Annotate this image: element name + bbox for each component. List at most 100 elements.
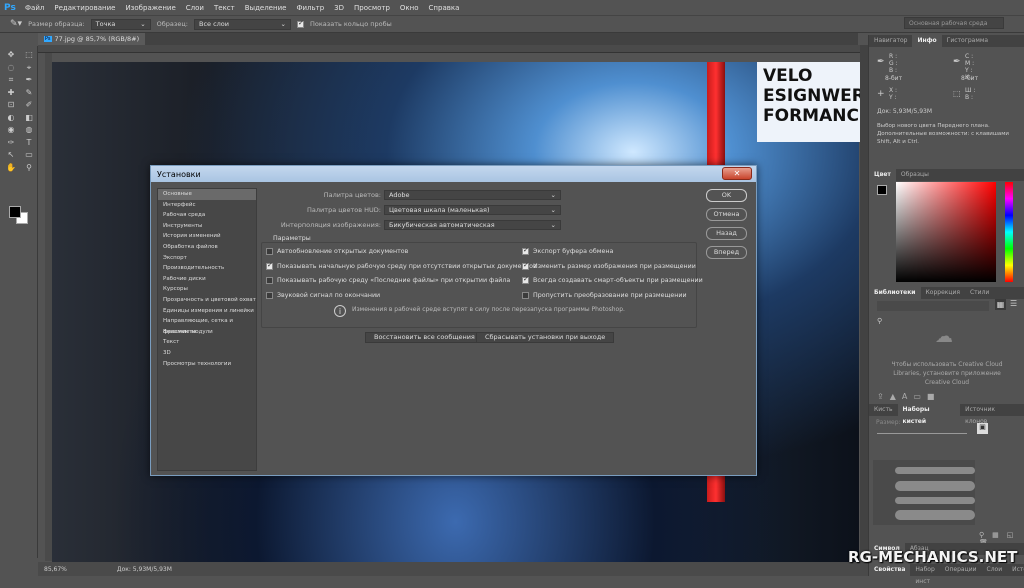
foreground-color[interactable] — [9, 206, 21, 218]
menu-6[interactable]: Фильтр — [296, 4, 324, 12]
option-checkbox[interactable] — [266, 261, 273, 270]
eyedropper-icon[interactable]: ✎▾ — [10, 19, 22, 29]
brush-preset[interactable] — [895, 510, 975, 520]
panel-tab[interactable]: Кисть — [869, 404, 898, 416]
panel-tab[interactable]: Гистограмма — [942, 35, 993, 47]
color-picker-select[interactable]: Adobe ⌄ — [384, 190, 561, 200]
category-item[interactable]: Внешние модули — [158, 327, 256, 338]
tool-icon[interactable]: ◐ — [6, 113, 16, 123]
library-select[interactable] — [877, 301, 989, 311]
panel-tab[interactable]: Коррекция — [921, 287, 965, 299]
tool-icon[interactable]: ✑ — [6, 138, 16, 148]
panel-tab[interactable]: Образцы — [896, 169, 934, 181]
hue-slider[interactable] — [1005, 182, 1013, 282]
option-checkbox[interactable] — [266, 291, 273, 299]
panel-tab[interactable]: Источник клонов — [960, 404, 1024, 425]
color-field[interactable] — [896, 182, 996, 282]
close-button[interactable]: ✕ — [722, 167, 752, 180]
menu-0[interactable]: Файл — [25, 4, 44, 12]
tool-icon[interactable]: ↖ — [6, 150, 16, 160]
brush-preset[interactable] — [895, 467, 975, 474]
zoom-level[interactable]: 85,67% — [44, 566, 67, 573]
list-view-icon[interactable]: ☰ — [1010, 299, 1017, 308]
panel-tab[interactable]: Библиотеки — [869, 287, 921, 299]
tool-icon[interactable]: ◍ — [24, 125, 34, 135]
vertical-scrollbar[interactable] — [860, 45, 868, 562]
tool-icon[interactable]: ✐ — [24, 100, 34, 110]
tool-icon[interactable]: ⌖ — [24, 63, 34, 73]
search-icon[interactable]: ⚲ — [877, 317, 882, 325]
tool-icon[interactable]: ✒ — [24, 75, 34, 85]
menu-10[interactable]: Справка — [429, 4, 460, 12]
panel-tab[interactable]: Инфо — [912, 35, 942, 47]
reset-messages-button[interactable]: Восстановить все сообщения — [365, 332, 484, 343]
brush-preview-icon[interactable]: ▣ — [977, 423, 988, 434]
menu-2[interactable]: Изображение — [125, 4, 175, 12]
menu-7[interactable]: 3D — [334, 4, 344, 12]
category-item[interactable]: Рабочая среда — [158, 210, 256, 221]
category-item[interactable]: Обработка файлов — [158, 242, 256, 253]
tool-icon[interactable]: ▭ — [24, 150, 34, 160]
tool-icon[interactable]: ✥ — [6, 50, 16, 60]
category-item[interactable]: Производительность — [158, 263, 256, 274]
sample-select[interactable]: Все слои ⌄ — [193, 18, 291, 30]
next-button[interactable]: Вперед — [706, 246, 747, 259]
tool-icon[interactable]: ✚ — [6, 88, 16, 98]
cancel-button[interactable]: Отмена — [706, 208, 747, 221]
menu-3[interactable]: Слои — [186, 4, 204, 12]
category-item[interactable]: Текст — [158, 337, 256, 348]
tool-icon[interactable]: T — [24, 138, 34, 148]
menu-9[interactable]: Окно — [400, 4, 419, 12]
brush-preset[interactable] — [895, 481, 975, 491]
category-item[interactable]: 3D — [158, 348, 256, 359]
tool-icon[interactable]: ✋ — [6, 163, 16, 173]
tool-icon[interactable]: ◧ — [24, 113, 34, 123]
category-item[interactable]: Курсоры — [158, 284, 256, 295]
option-checkbox[interactable] — [522, 261, 529, 270]
menu-5[interactable]: Выделение — [245, 4, 287, 12]
tool-icon[interactable]: ⌗ — [6, 75, 16, 85]
option-checkbox[interactable] — [522, 275, 529, 284]
category-item[interactable]: Прозрачность и цветовой охват — [158, 295, 256, 306]
category-item[interactable]: Инструменты — [158, 221, 256, 232]
option-options_right-0[interactable]: Экспорт буфера обмена — [522, 246, 613, 255]
tool-icon[interactable]: ⊡ — [6, 100, 16, 110]
library-actions[interactable]: ⇪▲A▭■ — [877, 392, 940, 401]
reset-on-quit-button[interactable]: Сбрасывать установки при выходе — [476, 332, 615, 343]
tool-icon[interactable]: ✎ — [24, 88, 34, 98]
sample-size-select[interactable]: Точка ⌄ — [90, 18, 151, 30]
option-checkbox[interactable] — [266, 248, 273, 255]
option-checkbox[interactable] — [266, 277, 273, 284]
brush-presets-list[interactable] — [873, 460, 975, 525]
tool-icon[interactable]: ⚲ — [24, 163, 34, 173]
tool-icon[interactable]: ◉ — [6, 125, 16, 135]
option-options_left-0[interactable]: Автообновление открытых документов — [266, 248, 408, 255]
menu-1[interactable]: Редактирование — [54, 4, 115, 12]
menu-8[interactable]: Просмотр — [354, 4, 390, 12]
category-item[interactable]: История изменений — [158, 231, 256, 242]
option-checkbox[interactable] — [522, 291, 529, 299]
option-options_right-2[interactable]: Всегда создавать смарт-объекты при разме… — [522, 275, 703, 284]
tool-icon[interactable]: ⬚ — [24, 50, 34, 60]
menu-4[interactable]: Текст — [214, 4, 235, 12]
tool-icon[interactable]: ◌ — [6, 63, 16, 73]
document-tab[interactable]: Ps 77.jpg @ 85,7% (RGB/8#) — [38, 33, 146, 45]
category-item[interactable]: Направляющие, сетка и фрагменты — [158, 316, 256, 335]
panel-tab[interactable]: Стили — [965, 287, 994, 299]
option-options_left-1[interactable]: Показывать начальную рабочую среду при о… — [266, 261, 537, 270]
category-item[interactable]: Экспорт — [158, 253, 256, 264]
interpolation-select[interactable]: Бикубическая автоматическая ⌄ — [384, 220, 561, 230]
panel-tab[interactable]: Наборы кистей — [897, 404, 961, 425]
back-button[interactable]: Назад — [706, 227, 747, 240]
brush-size-slider[interactable] — [877, 433, 967, 434]
option-options_left-2[interactable]: Показывать рабочую среду «Последние файл… — [266, 277, 510, 284]
workspace-search[interactable]: Основная рабочая среда — [904, 17, 1004, 29]
category-item[interactable]: Просмотры технологии — [158, 359, 256, 370]
panel-tab[interactable]: Цвет — [869, 169, 896, 181]
grid-view-icon[interactable]: ▦ — [995, 299, 1006, 310]
brush-preset[interactable] — [895, 497, 975, 504]
foreground-color[interactable] — [877, 185, 887, 195]
show-ring-checkbox[interactable] — [296, 19, 304, 28]
category-item[interactable]: Интерфейс — [158, 200, 256, 211]
hud-picker-select[interactable]: Цветовая шкала (маленькая) ⌄ — [384, 205, 561, 215]
